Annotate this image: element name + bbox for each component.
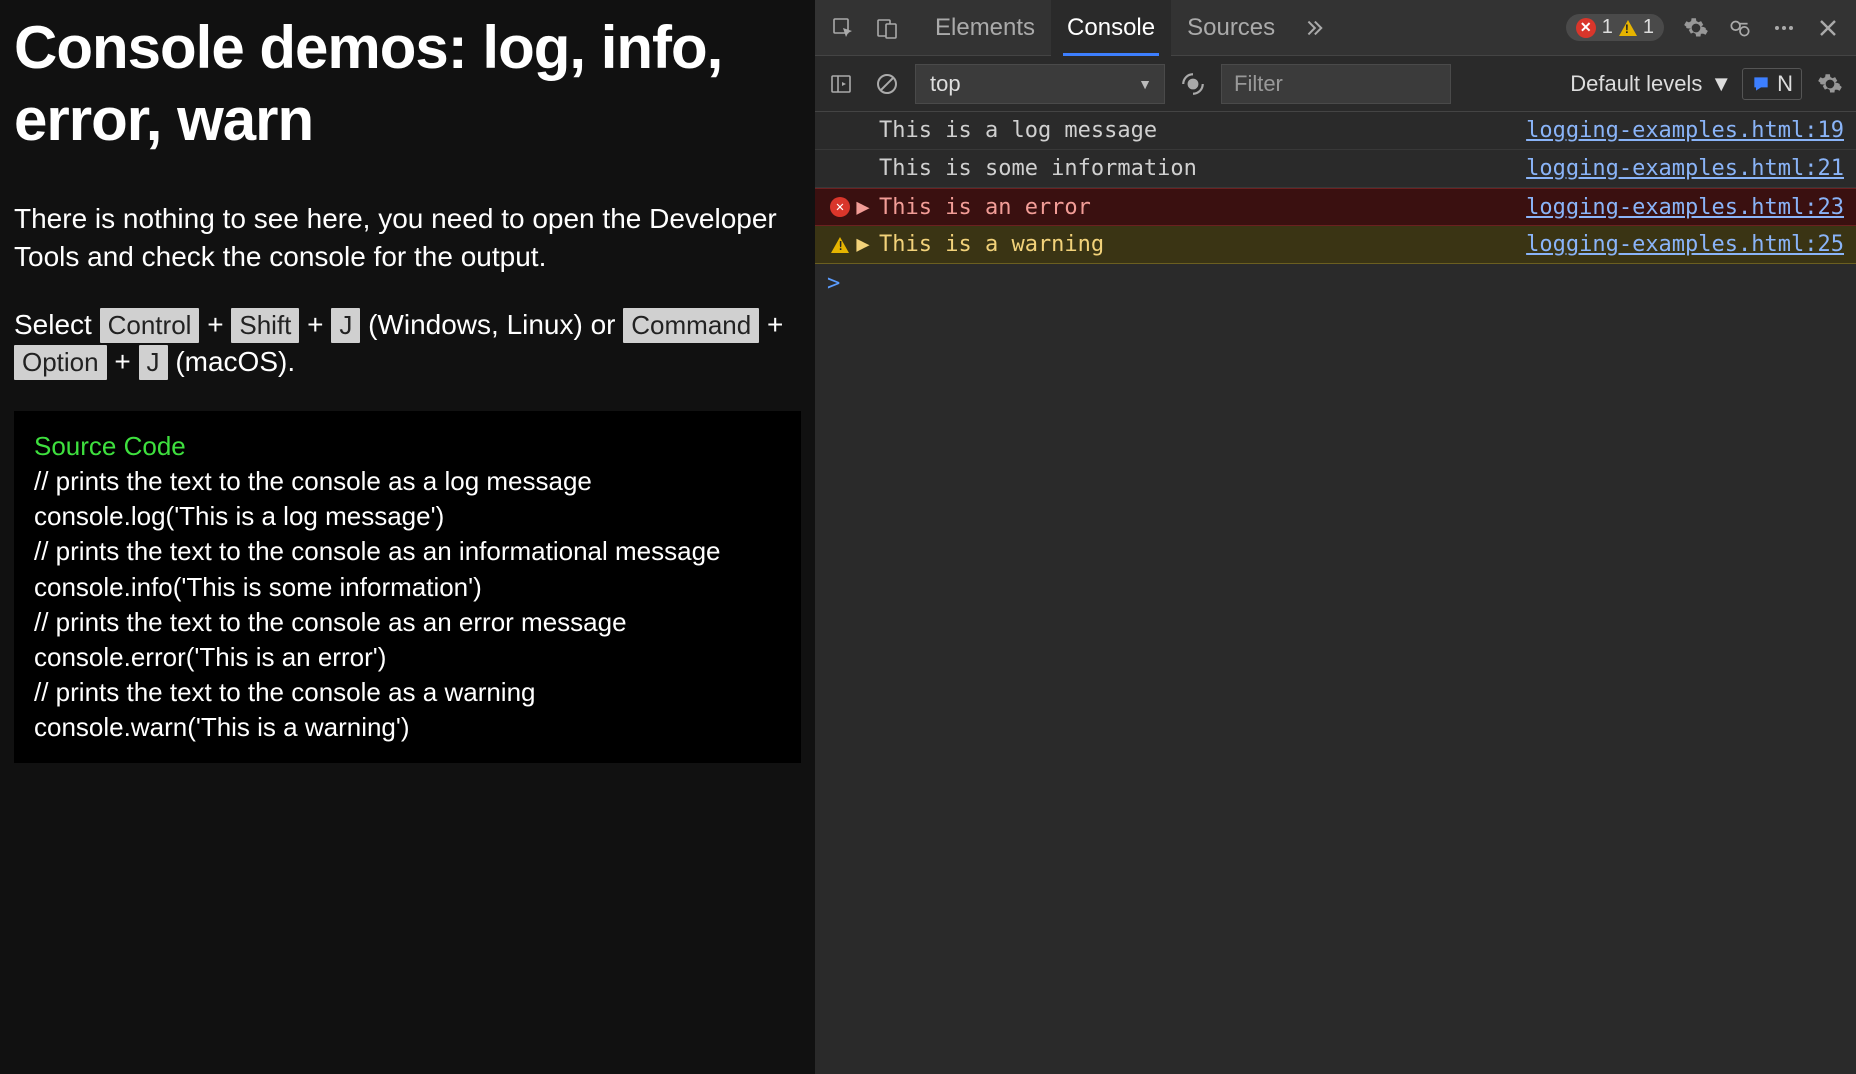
console-settings-icon[interactable] [1812, 66, 1848, 102]
clear-console-icon[interactable] [869, 66, 905, 102]
filter-input[interactable] [1221, 64, 1451, 104]
page-title: Console demos: log, info, error, warn [14, 12, 801, 156]
chevron-down-icon: ▼ [1710, 71, 1732, 97]
tab-console[interactable]: Console [1051, 0, 1171, 56]
page-intro: There is nothing to see here, you need t… [14, 200, 801, 276]
console-messages: This is a log message logging-examples.h… [815, 112, 1856, 1074]
warning-count: 1 [1643, 16, 1654, 39]
kebab-menu-icon[interactable] [1764, 8, 1804, 48]
error-icon: ✕ [827, 197, 853, 217]
plus: + [199, 309, 231, 340]
console-prompt[interactable]: > [815, 264, 1856, 302]
devtools-panel: Elements Console Sources ✕ 1 1 [815, 0, 1856, 1074]
issues-label: N [1777, 71, 1793, 97]
tab-sources[interactable]: Sources [1171, 0, 1291, 56]
code-line: console.log('This is a log message') [34, 499, 781, 534]
error-warning-badges[interactable]: ✕ 1 1 [1566, 14, 1664, 41]
context-selector[interactable]: top [915, 64, 1165, 104]
code-line: // prints the text to the console as a l… [34, 464, 781, 499]
console-message-log[interactable]: This is a log message logging-examples.h… [815, 112, 1856, 150]
settings-icon[interactable] [1676, 8, 1716, 48]
code-line: console.warn('This is a warning') [34, 710, 781, 745]
more-tabs-icon[interactable] [1293, 8, 1333, 48]
error-badge-icon: ✕ [1576, 18, 1596, 38]
kbd-control: Control [100, 308, 200, 343]
devtools-tabbar: Elements Console Sources ✕ 1 1 [815, 0, 1856, 56]
kbd-option: Option [14, 345, 107, 380]
disclosure-triangle-icon[interactable]: ▶ [853, 232, 873, 257]
console-toolbar: top Default levels ▼ N [815, 56, 1856, 112]
code-line: // prints the text to the console as an … [34, 605, 781, 640]
page-keys: Select Control + Shift + J (Windows, Lin… [14, 306, 801, 382]
kbd-j: J [331, 308, 360, 343]
message-text: This is an error [873, 195, 1526, 220]
console-message-warning[interactable]: ▶ This is a warning logging-examples.htm… [815, 226, 1856, 264]
inspect-element-icon[interactable] [823, 8, 863, 48]
plus: + [759, 309, 783, 340]
message-source-link[interactable]: logging-examples.html:23 [1526, 195, 1844, 220]
kbd-command: Command [623, 308, 759, 343]
code-line: console.error('This is an error') [34, 640, 781, 675]
code-line: // prints the text to the console as an … [34, 534, 781, 569]
console-message-error[interactable]: ✕ ▶ This is an error logging-examples.ht… [815, 188, 1856, 226]
message-text: This is some information [827, 156, 1526, 181]
close-devtools-icon[interactable] [1808, 8, 1848, 48]
warning-icon [827, 237, 853, 253]
experiment-icon[interactable] [1720, 8, 1760, 48]
text: (Windows, Linux) or [368, 309, 623, 340]
page-content: Console demos: log, info, error, warn Th… [0, 0, 815, 1074]
log-levels-selector[interactable]: Default levels ▼ [1570, 71, 1732, 97]
issues-button[interactable]: N [1742, 68, 1802, 100]
error-count: 1 [1602, 16, 1613, 39]
text: (macOS). [175, 346, 295, 377]
tab-elements[interactable]: Elements [919, 0, 1051, 56]
live-expression-icon[interactable] [1175, 66, 1211, 102]
sidebar-toggle-icon[interactable] [823, 66, 859, 102]
text: Select [14, 309, 100, 340]
warning-badge-icon [1619, 20, 1637, 36]
device-toolbar-icon[interactable] [867, 8, 907, 48]
context-value: top [930, 71, 961, 97]
code-line: // prints the text to the console as a w… [34, 675, 781, 710]
console-message-info[interactable]: This is some information logging-example… [815, 150, 1856, 188]
levels-label: Default levels [1570, 71, 1702, 97]
message-text: This is a log message [827, 118, 1526, 143]
message-source-link[interactable]: logging-examples.html:19 [1526, 118, 1844, 143]
source-code-block: Source Code // prints the text to the co… [14, 411, 801, 763]
code-line: console.info('This is some information') [34, 570, 781, 605]
prompt-chevron-icon: > [827, 271, 840, 296]
disclosure-triangle-icon[interactable]: ▶ [853, 195, 873, 220]
message-source-link[interactable]: logging-examples.html:25 [1526, 232, 1844, 257]
kbd-shift: Shift [231, 308, 299, 343]
kbd-j2: J [139, 345, 168, 380]
source-code-title: Source Code [34, 429, 781, 464]
message-source-link[interactable]: logging-examples.html:21 [1526, 156, 1844, 181]
plus: + [107, 346, 139, 377]
plus: + [299, 309, 331, 340]
message-text: This is a warning [873, 232, 1526, 257]
